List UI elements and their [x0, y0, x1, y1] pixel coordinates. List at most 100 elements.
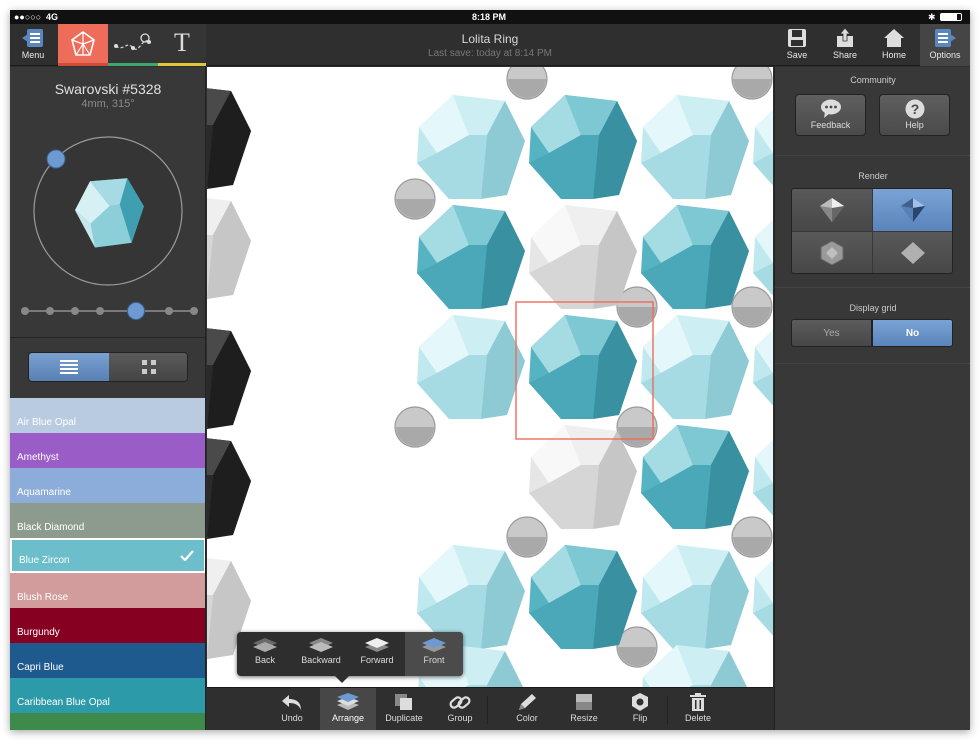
network-type: 4G — [46, 12, 59, 22]
list-view-button[interactable] — [29, 353, 109, 381]
color-label: Blue Zircon — [19, 555, 70, 566]
rotation-handle[interactable] — [46, 149, 66, 169]
crystal-bead[interactable] — [417, 95, 525, 199]
save-button[interactable]: Save — [774, 24, 820, 66]
color-item-partial[interactable] — [10, 713, 205, 730]
arrange-layers-icon — [337, 693, 359, 710]
feedback-button[interactable]: Feedback — [795, 94, 866, 136]
bluetooth-icon: ✱ — [928, 12, 936, 22]
flip-button[interactable]: Flip — [612, 688, 668, 730]
slider-tick — [21, 307, 29, 315]
spacer-bead[interactable] — [506, 516, 548, 558]
crystal-bead[interactable] — [753, 545, 773, 649]
crystal-bead[interactable] — [641, 205, 749, 309]
render-style-colored[interactable] — [873, 189, 952, 231]
crystal-bead[interactable] — [641, 545, 749, 649]
share-icon — [837, 28, 853, 47]
render-style-outline[interactable] — [792, 232, 872, 273]
menu-button[interactable]: Menu — [10, 24, 56, 66]
color-item-air-blue-opal[interactable]: Air Blue Opal — [10, 398, 205, 433]
resize-button[interactable]: Resize — [556, 688, 612, 730]
community-header: Community — [850, 75, 896, 85]
grid-yes-button[interactable]: Yes — [791, 319, 872, 347]
crystal-bead[interactable] — [207, 195, 251, 299]
crystal-bead[interactable] — [753, 95, 773, 199]
spacer-bead[interactable] — [731, 67, 773, 100]
home-button[interactable]: Home — [870, 24, 918, 66]
color-item-blush-rose[interactable]: Blush Rose — [10, 573, 205, 608]
crystal-bead[interactable] — [641, 645, 749, 687]
document-title: Lolita Ring — [461, 32, 519, 46]
crystal-silver-icon — [820, 198, 844, 222]
crystal-bead[interactable] — [641, 95, 749, 199]
color-item-amethyst[interactable]: Amethyst — [10, 433, 205, 468]
share-button[interactable]: Share — [822, 24, 868, 66]
rotation-dial[interactable] — [28, 131, 188, 291]
spacer-bead[interactable] — [394, 178, 436, 220]
spacer-bead[interactable] — [731, 516, 773, 558]
bead-specs: 4mm, 315° — [81, 98, 135, 110]
crystal-bead[interactable] — [641, 315, 749, 419]
arrange-label: Arrange — [331, 713, 365, 723]
delete-button[interactable]: Delete — [670, 688, 726, 730]
spacer-bead[interactable] — [506, 67, 548, 100]
duplicate-button[interactable]: Duplicate — [376, 688, 432, 730]
grid-no-button[interactable]: No — [872, 319, 953, 347]
back-label: Back — [254, 655, 275, 665]
render-style-realistic[interactable] — [792, 189, 872, 231]
share-label: Share — [832, 50, 858, 60]
duplicate-label: Duplicate — [385, 713, 423, 723]
crystal-bead[interactable] — [753, 425, 773, 529]
options-button[interactable]: Options — [920, 24, 970, 66]
color-label: Caribbean Blue Opal — [17, 697, 110, 708]
list-icon — [60, 360, 78, 374]
color-button[interactable]: Color — [499, 688, 555, 730]
crystal-bead[interactable] — [417, 315, 525, 419]
crystal-bead[interactable] — [753, 315, 773, 419]
color-item-black-diamond[interactable]: Black Diamond — [10, 503, 205, 538]
crystal-bead[interactable] — [207, 435, 251, 539]
wire-tool-tab[interactable] — [108, 24, 158, 66]
checkmark-icon — [180, 550, 194, 561]
bead-layout[interactable] — [207, 67, 773, 687]
help-button[interactable]: ? Help — [879, 94, 950, 136]
design-canvas[interactable] — [207, 67, 773, 687]
undo-icon — [282, 695, 301, 710]
spacer-bead[interactable] — [394, 406, 436, 448]
undo-button[interactable]: Undo — [264, 688, 320, 730]
spacer-bead[interactable] — [731, 286, 773, 328]
rotation-slider-thumb[interactable] — [127, 302, 145, 320]
bead-tool-tab[interactable] — [58, 24, 108, 66]
color-item-caribbean-blue-opal[interactable]: Caribbean Blue Opal — [10, 678, 205, 713]
color-item-aquamarine[interactable]: Aquamarine — [10, 468, 205, 503]
crystal-bead[interactable] — [529, 315, 637, 419]
bring-forward-button[interactable]: Forward — [349, 632, 405, 676]
spacer-bead[interactable] — [616, 406, 658, 448]
crystal-bead[interactable] — [529, 425, 637, 529]
crystal-bead[interactable] — [529, 545, 637, 649]
arrange-button[interactable]: Arrange — [320, 688, 376, 730]
crystal-bead[interactable] — [529, 205, 637, 309]
crystal-bead[interactable] — [529, 95, 637, 199]
color-item-burgundy[interactable]: Burgundy — [10, 608, 205, 643]
options-icon — [935, 29, 956, 47]
text-tool-tab[interactable]: T — [158, 24, 206, 66]
group-button[interactable]: Group — [432, 688, 488, 730]
crystal-bead[interactable] — [207, 85, 251, 189]
slider-tick — [96, 307, 104, 315]
crystal-bead[interactable] — [207, 325, 251, 429]
send-backward-button[interactable]: Backward — [293, 632, 349, 676]
color-item-blue-zircon[interactable]: Blue Zircon — [10, 538, 205, 573]
crystal-bead[interactable] — [641, 425, 749, 529]
crystal-bead[interactable] — [417, 205, 525, 309]
front-label: Front — [423, 655, 445, 665]
color-label: Amethyst — [17, 452, 59, 463]
render-style-flat[interactable] — [873, 232, 952, 273]
crystal-flat-icon — [901, 242, 925, 264]
send-to-back-button[interactable]: Back — [237, 632, 293, 676]
grid-view-button[interactable] — [109, 353, 187, 381]
backward-label: Backward — [301, 655, 341, 665]
flip-icon — [632, 693, 648, 711]
color-item-capri-blue[interactable]: Capri Blue — [10, 643, 205, 678]
bring-to-front-button[interactable]: Front — [405, 632, 463, 676]
